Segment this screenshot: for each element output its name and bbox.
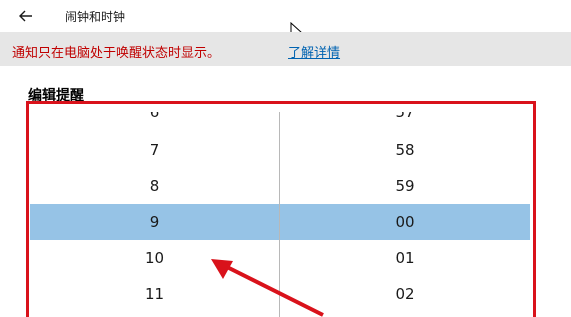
- hour-column[interactable]: 6 7 8 9 10 11: [30, 112, 279, 317]
- notice-text: 通知只在电脑处于唤醒状态时显示。: [12, 46, 221, 61]
- minute-column[interactable]: 57 58 59 00 01 02: [280, 112, 530, 317]
- hour-item[interactable]: 10: [30, 240, 279, 276]
- hour-item[interactable]: 11: [30, 276, 279, 312]
- minute-item[interactable]: 57: [280, 112, 530, 130]
- hour-item[interactable]: 7: [30, 132, 279, 168]
- minute-item[interactable]: 02: [280, 276, 530, 312]
- back-arrow-icon: [19, 10, 32, 22]
- hour-item-selected[interactable]: 9: [30, 204, 279, 240]
- learn-more-link[interactable]: 了解详情: [288, 42, 340, 61]
- back-button[interactable]: [14, 4, 38, 28]
- minute-item[interactable]: 58: [280, 132, 530, 168]
- title-bar: 闹钟和时钟: [0, 0, 571, 32]
- minute-item[interactable]: 01: [280, 240, 530, 276]
- edit-reminder-heading: 编辑提醒: [28, 88, 84, 104]
- time-picker[interactable]: 6 7 8 9 10 11 57 58 59 00 01 02: [30, 112, 530, 317]
- minute-item-selected[interactable]: 00: [280, 204, 530, 240]
- hour-item[interactable]: 6: [30, 112, 279, 130]
- minute-item[interactable]: 59: [280, 168, 530, 204]
- notice-banner: 通知只在电脑处于唤醒状态时显示。 了解详情: [0, 32, 571, 66]
- app-title: 闹钟和时钟: [65, 10, 126, 24]
- hour-item[interactable]: 8: [30, 168, 279, 204]
